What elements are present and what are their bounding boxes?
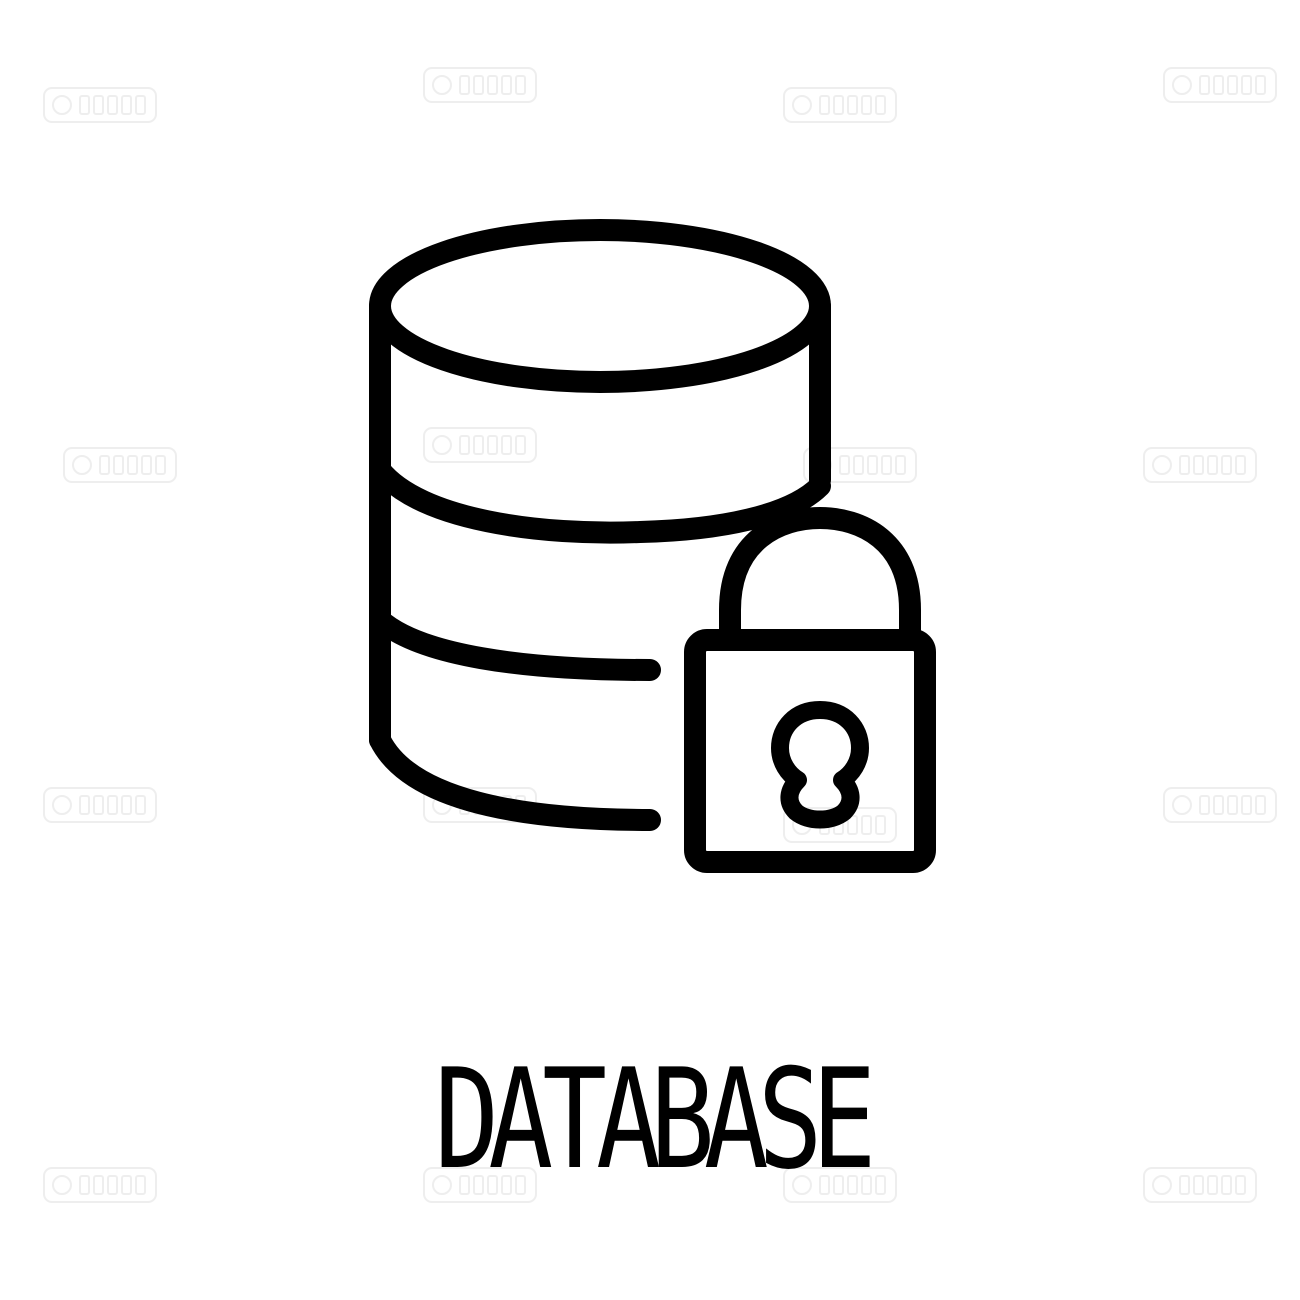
watermark-mark	[1143, 447, 1257, 483]
watermark-mark	[43, 87, 157, 123]
database-lock-icon	[340, 200, 960, 880]
watermark-mark	[43, 1167, 157, 1203]
padlock-body	[684, 629, 936, 873]
watermark-mark	[63, 447, 177, 483]
database-lock-svg	[369, 219, 936, 873]
watermark-mark	[783, 87, 897, 123]
padlock-keyhole	[771, 701, 869, 829]
cylinder-bottom	[369, 729, 661, 831]
watermark-mark	[423, 67, 537, 103]
cylinder-band-2	[369, 609, 661, 681]
watermark-mark	[43, 787, 157, 823]
cylinder-top	[369, 219, 831, 393]
caption-label: DATABASE	[434, 1039, 876, 1200]
watermark-mark	[1143, 1167, 1257, 1203]
watermark-mark	[1163, 787, 1277, 823]
cylinder-band-1	[369, 459, 831, 544]
icon-canvas: DATABASE	[0, 0, 1300, 1300]
database-cylinder-icon	[369, 219, 831, 831]
padlock-icon	[684, 507, 936, 873]
watermark-mark	[1163, 67, 1277, 103]
padlock-shackle	[719, 507, 921, 651]
